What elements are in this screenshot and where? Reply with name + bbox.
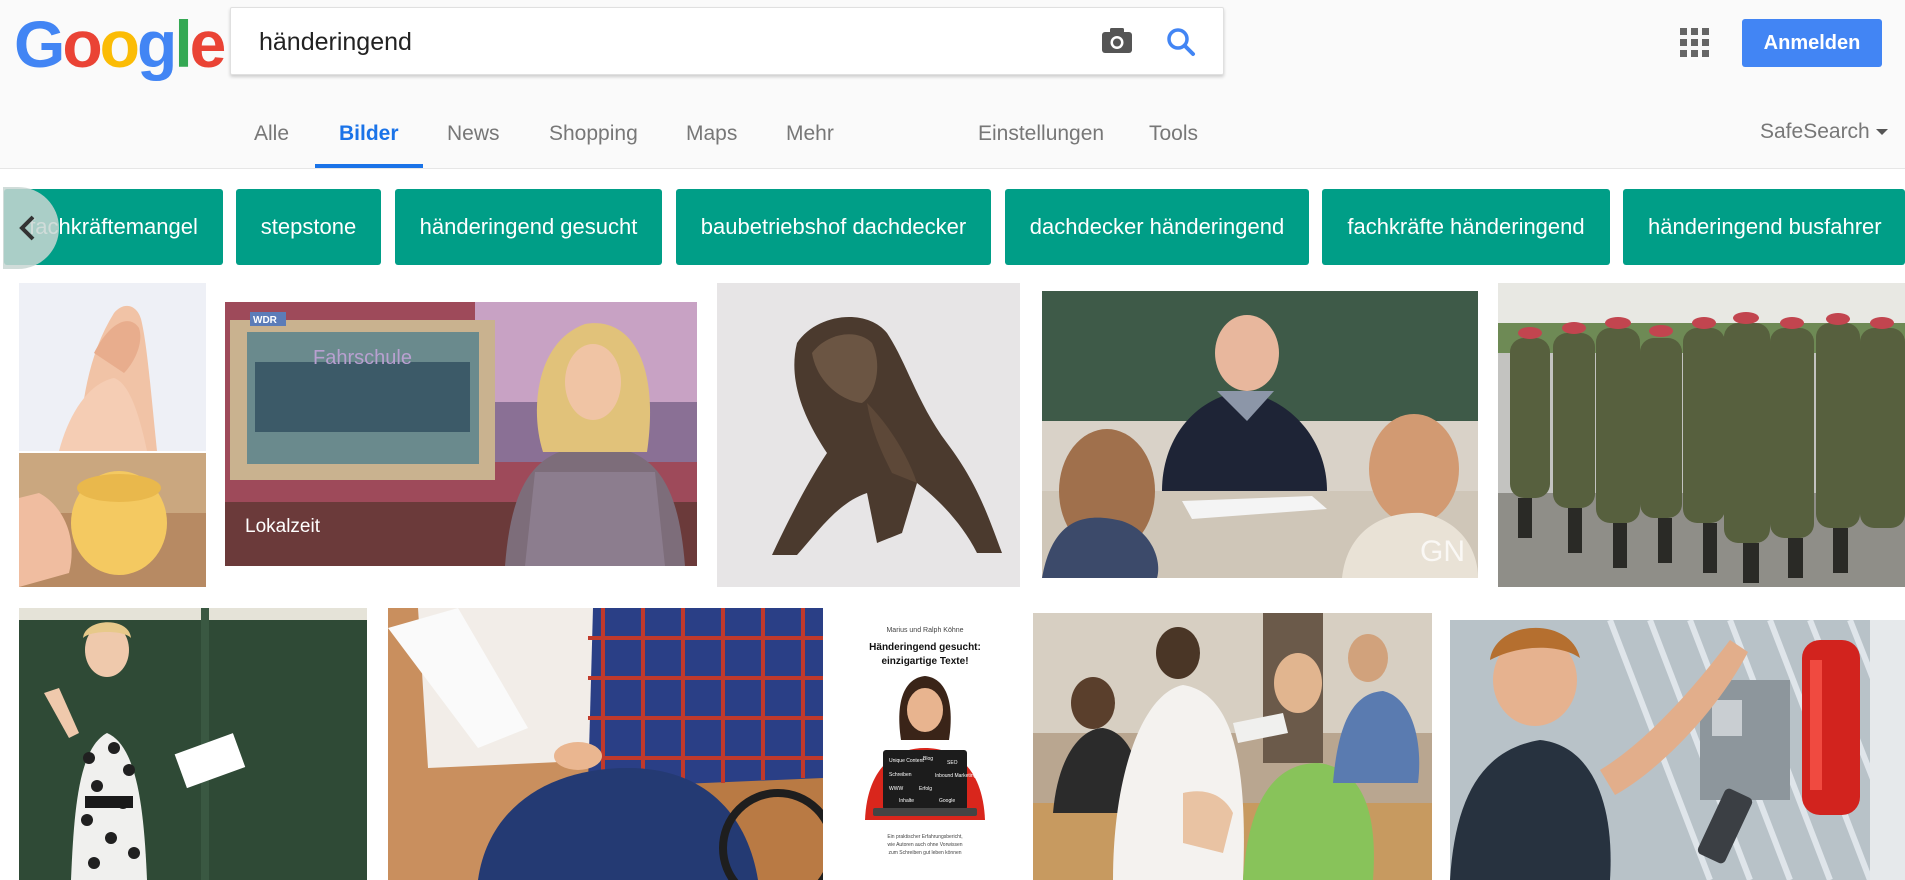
book-footer-line: wie Autoren auch ohne Vorwissen [887,842,962,848]
image-result-bronze-sculpture[interactable] [717,283,1020,587]
tab-einstellungen[interactable]: Einstellungen [978,122,1104,146]
image-result-teacher-desk[interactable]: GN [1042,291,1478,578]
tab-bilder[interactable]: Bilder [339,122,399,146]
gn-watermark-text: GN [1420,535,1465,568]
safesearch-label: SafeSearch [1760,120,1870,143]
chip-related-search[interactable]: händeringend gesucht [395,189,662,265]
tab-news[interactable]: News [447,122,500,146]
lokalzeit-logo-text: Lokalzeit [245,516,321,537]
fahrschule-sign-text: Fahrschule [313,347,412,369]
search-tabs: Alle Bilder News Shopping Maps Mehr Eins… [0,100,1905,168]
image-result-wheelchair[interactable] [388,608,823,880]
image-result-book-cover[interactable]: Marius und Ralph Köhne Händeringend gesu… [843,620,1008,880]
logo-letter: e [189,7,227,81]
logo-letter: o [99,7,140,81]
tab-maps[interactable]: Maps [686,122,737,146]
image-result-first-aid[interactable] [1033,613,1432,880]
header: Google Anmelden [0,0,1905,169]
search-input[interactable] [257,22,1061,62]
tab-shopping[interactable]: Shopping [549,122,638,146]
wdr-badge-text: WDR [253,315,278,326]
laptop-word: Google [939,798,955,804]
image-result-hands-mug[interactable] [19,283,206,587]
apps-grid-icon[interactable] [1678,26,1712,60]
related-searches-bar: fachkräftemangel stepstone händeringend … [0,189,1905,267]
logo-letter: g [137,7,177,81]
laptop-word: Inbound Marketing [935,773,977,779]
image-result-news-anchor[interactable]: Fahrschule WDR Lokalzeit [225,302,697,566]
image-result-teacher-chalkboard[interactable] [19,608,367,880]
search-box [230,7,1224,75]
laptop-word: Blog [923,756,933,762]
camera-icon[interactable] [1093,18,1141,66]
logo-letter: G [14,7,65,81]
chip-related-search[interactable]: händeringend busfahrer [1623,189,1905,265]
safesearch-dropdown[interactable]: SafeSearch [1760,120,1888,144]
search-icon[interactable] [1157,18,1205,66]
caret-down-icon [1875,129,1888,136]
image-result-technician[interactable] [1450,620,1905,880]
logo-letter: o [62,7,102,81]
laptop-word: SEO [947,760,958,766]
google-logo[interactable]: Google [14,2,227,86]
laptop-word: WWW [889,786,903,792]
signin-button[interactable]: Anmelden [1742,19,1882,67]
tab-tools[interactable]: Tools [1149,122,1198,146]
tab-alle[interactable]: Alle [254,122,289,146]
active-tab-indicator [315,164,423,168]
chip-related-search[interactable]: dachdecker händeringend [1005,189,1309,265]
book-title-line2: einzigartige Texte! [881,656,968,667]
book-author-text: Marius und Ralph Köhne [886,627,963,634]
image-result-soldiers[interactable] [1498,283,1905,587]
chevron-left-icon [19,215,35,241]
book-footer-line: Ein praktischer Erfahrungsbericht, [887,834,962,840]
book-footer-line: zum Schreiben gut leben können [888,850,961,856]
laptop-word: Inhalte [899,798,914,804]
laptop-word: Erfolg [919,786,932,792]
chip-related-search[interactable]: baubetriebshof dachdecker [676,189,991,265]
logo-letter: l [174,7,192,81]
laptop-word: Unique Content [889,758,924,764]
laptop-word: Schreiben [889,772,912,778]
chip-related-search[interactable]: stepstone [236,189,381,265]
tab-mehr[interactable]: Mehr [786,122,834,146]
book-title-line1: Händeringend gesucht: [869,642,981,653]
chip-related-search[interactable]: fachkräfte händeringend [1322,189,1610,265]
